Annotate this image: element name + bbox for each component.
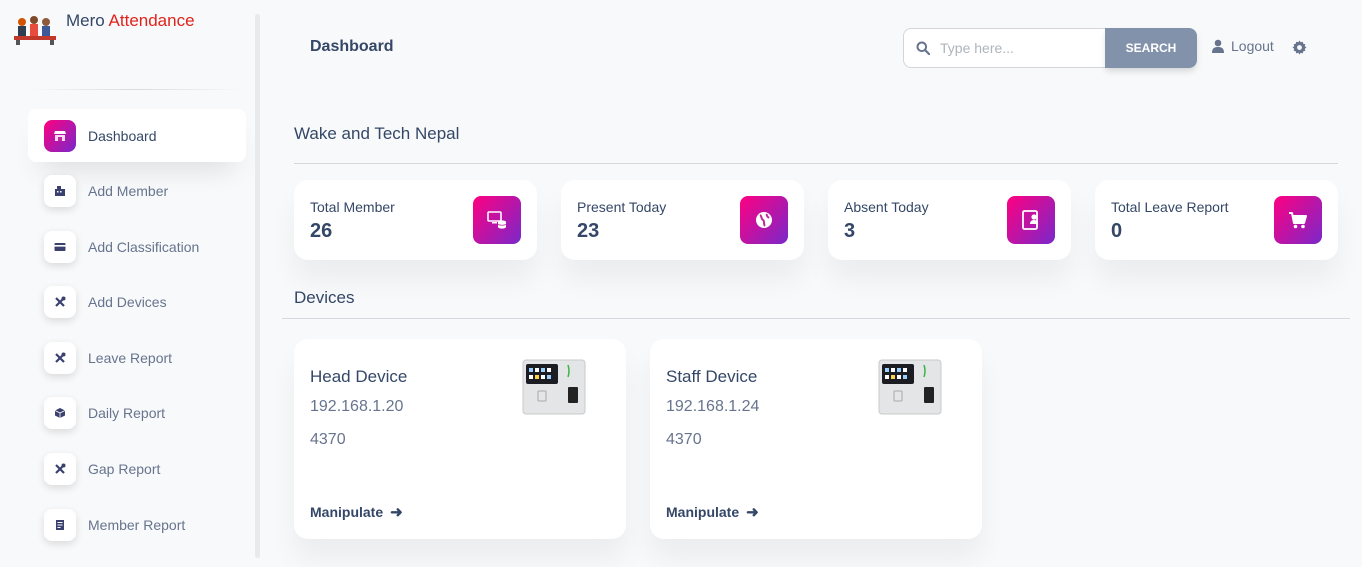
manipulate-link[interactable]: Manipulate ➜ [310, 503, 403, 521]
sidebar-item-dashboard[interactable]: Dashboard [28, 109, 246, 162]
sidebar-nav: Dashboard Add Member Add Classification … [28, 109, 246, 554]
stat-card-total-member: Total Member 26 [294, 180, 537, 260]
sidebar-item-add-classification[interactable]: Add Classification [28, 220, 246, 273]
brand-logo [14, 16, 56, 45]
search-bar: SEARCH [903, 28, 1197, 69]
device-card-staff: Staff Device 192.168.1.24 4370 Manipulat… [650, 339, 982, 539]
manipulate-link[interactable]: Manipulate ➜ [666, 503, 759, 521]
stat-label: Present Today [577, 199, 667, 215]
sidebar-item-add-member[interactable]: Add Member [28, 165, 246, 218]
search-button[interactable]: SEARCH [1105, 28, 1197, 68]
page-title: Dashboard [310, 38, 394, 55]
sidebar-item-label: Leave Report [88, 349, 173, 366]
stat-label: Total Leave Report [1111, 199, 1229, 215]
monitor-database-icon [473, 196, 521, 244]
stat-card-total-leave-report: Total Leave Report 0 [1095, 180, 1338, 260]
user-card-icon [1007, 196, 1055, 244]
sidebar-item-daily-report[interactable]: Daily Report [28, 387, 246, 440]
stat-label: Absent Today [844, 199, 929, 215]
user-icon [1212, 39, 1224, 53]
devices-heading: Devices [294, 288, 355, 307]
brand[interactable]: Mero Attendance [12, 11, 195, 46]
tools-icon [44, 453, 76, 486]
device-port: 4370 [666, 431, 702, 448]
arrow-right-icon: ➜ [390, 504, 403, 521]
shop-icon [44, 119, 76, 152]
sidebar-item-label: Gap Report [88, 461, 161, 478]
sidebar-item-label: Add Classification [88, 238, 200, 255]
sidebar-item-label: Member Report [88, 516, 186, 533]
sidebar-item-member-report[interactable]: Member Report [28, 498, 246, 551]
sidebar-divider [28, 89, 243, 90]
sidebar-item-label: Daily Report [88, 405, 166, 422]
globe-icon [740, 196, 788, 244]
divider [282, 318, 1350, 319]
manipulate-label: Manipulate [310, 504, 384, 520]
sidebar-item-label: Add Devices [88, 294, 167, 311]
credit-card-icon [44, 230, 76, 263]
divider [294, 163, 1338, 164]
device-ip: 192.168.1.20 [310, 398, 404, 415]
arrow-right-icon: ➜ [746, 504, 759, 521]
stat-value: 26 [310, 220, 333, 242]
tools-icon [44, 341, 76, 374]
box-icon [44, 397, 76, 430]
organization-name: Wake and Tech Nepal [294, 124, 460, 143]
device-name: Head Device [310, 367, 408, 386]
office-icon [44, 175, 76, 208]
attendance-device-image [878, 359, 942, 415]
device-name: Staff Device [666, 367, 758, 386]
sidebar: Mero Attendance Dashboard Add Member Add… [0, 0, 262, 567]
sidebar-scrollbar[interactable] [255, 14, 260, 558]
search-icon [916, 41, 930, 55]
cart-icon [1274, 196, 1322, 244]
sidebar-item-label: Add Member [88, 183, 169, 200]
device-card-head: Head Device 192.168.1.20 4370 Manipulate… [294, 339, 626, 539]
stat-card-absent-today: Absent Today 3 [828, 180, 1071, 260]
logout-label: Logout [1231, 38, 1274, 54]
sidebar-item-gap-report[interactable]: Gap Report [28, 443, 246, 496]
brand-name-main: Mero [66, 11, 105, 30]
brand-name: Mero Attendance [66, 11, 195, 31]
stat-value: 3 [844, 220, 856, 242]
document-icon [44, 508, 76, 541]
manipulate-label: Manipulate [666, 504, 740, 520]
device-ip: 192.168.1.24 [666, 398, 760, 415]
stat-card-present-today: Present Today 23 [561, 180, 804, 260]
device-port: 4370 [310, 431, 346, 448]
sidebar-item-leave-report[interactable]: Leave Report [28, 331, 246, 384]
gear-icon[interactable] [1292, 40, 1307, 55]
logout-button[interactable]: Logout [1212, 38, 1274, 54]
stat-label: Total Member [310, 199, 395, 215]
sidebar-item-add-devices[interactable]: Add Devices [28, 276, 246, 329]
tools-icon [44, 286, 76, 319]
brand-name-accent: Attendance [108, 11, 195, 30]
stat-value: 23 [577, 220, 600, 242]
stat-value: 0 [1111, 220, 1123, 242]
sidebar-item-label: Dashboard [88, 127, 157, 144]
search-input[interactable] [940, 40, 1100, 56]
attendance-device-image [522, 359, 586, 415]
search-field [903, 28, 1105, 68]
